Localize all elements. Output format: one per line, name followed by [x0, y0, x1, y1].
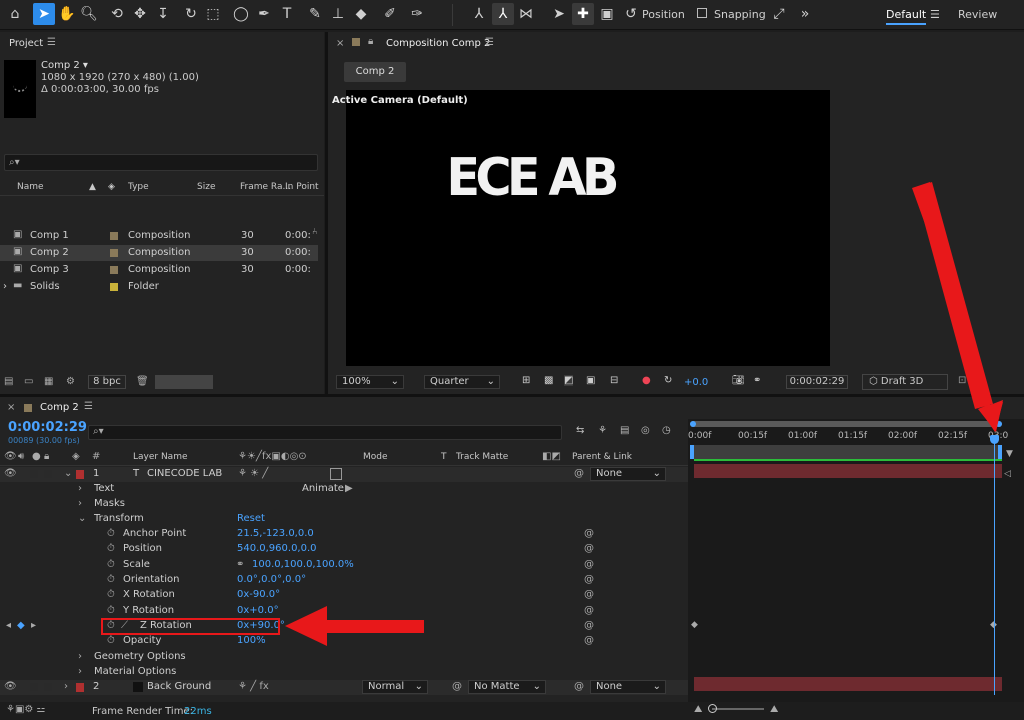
annotation-arrow-left-shaft: [320, 620, 424, 633]
annotation-arrow-shaft: [915, 182, 993, 409]
annotation-overlay: [101, 182, 1003, 646]
annotation-arrow-left-head: [285, 606, 327, 646]
annotation-highlight-box: [101, 618, 280, 635]
